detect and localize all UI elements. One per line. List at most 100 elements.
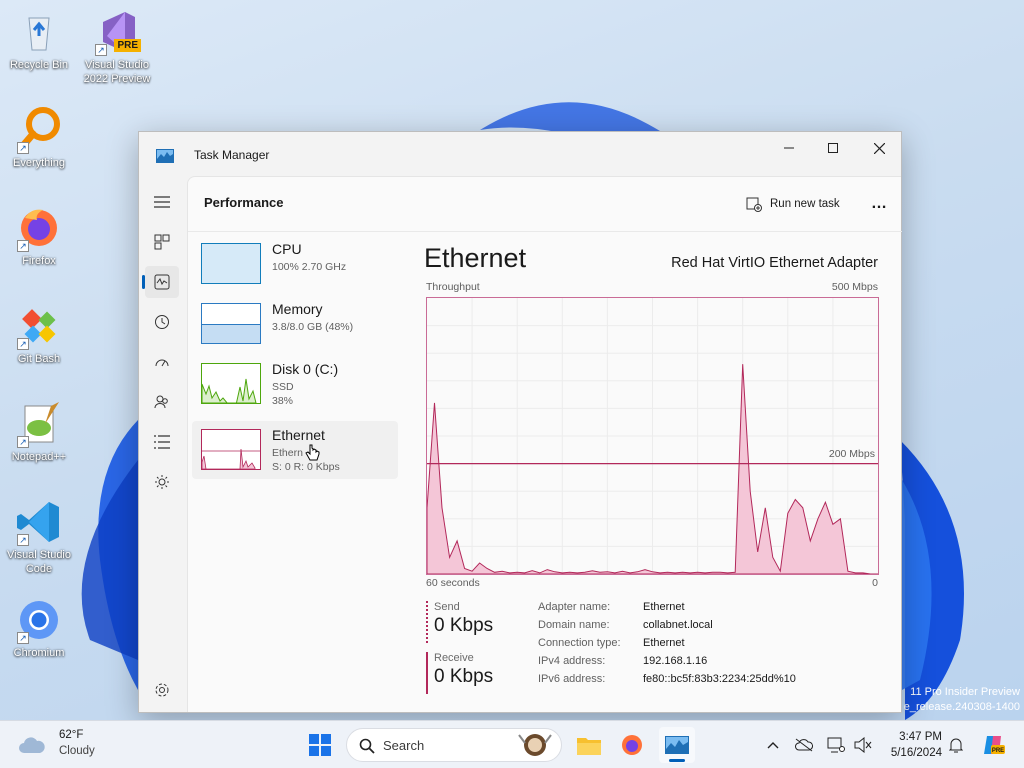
maximize-button[interactable] xyxy=(810,132,856,164)
taskbar-search[interactable]: Search xyxy=(346,728,562,762)
copilot-button[interactable]: PRE xyxy=(980,732,1006,758)
startup-apps-icon xyxy=(155,359,169,367)
cpu-thumbnail xyxy=(201,243,261,284)
device-item-disk[interactable]: Disk 0 (C:) SSD 38% xyxy=(192,355,398,413)
search-highlight-icon xyxy=(518,734,552,756)
os-watermark-build: e_release.240308-1400 xyxy=(903,701,1020,713)
task-manager-icon xyxy=(156,149,174,168)
clock[interactable]: 3:47 PM 5/16/2024 xyxy=(878,729,942,761)
device-name: Ethernet xyxy=(272,427,325,443)
weather-condition: Cloudy xyxy=(59,745,95,757)
shortcut-arrow-icon: ↗ xyxy=(17,436,29,448)
nav-app-history[interactable] xyxy=(145,306,179,338)
hamburger-menu-button[interactable] xyxy=(145,186,179,218)
window-title: Task Manager xyxy=(194,148,270,162)
settings-gear-icon xyxy=(155,683,169,697)
notepad-plus-plus-icon: ↗ xyxy=(15,400,63,448)
property-key: IPv6 address: xyxy=(538,673,606,685)
more-options-button[interactable]: … xyxy=(864,189,894,219)
property-key: IPv4 address: xyxy=(538,655,606,667)
device-stat: 100% 2.70 GHz xyxy=(272,261,347,273)
device-item-ethernet[interactable]: Ethernet Ethern S: 0 R: 0 Kbps xyxy=(192,421,398,479)
minimize-button[interactable] xyxy=(766,132,812,164)
device-name: Memory xyxy=(272,301,323,317)
run-new-task-label: Run new task xyxy=(770,198,840,210)
network-icon xyxy=(827,737,845,753)
property-value: Ethernet xyxy=(643,637,685,649)
property-key: Connection type: xyxy=(538,637,621,649)
device-item-memory[interactable]: Memory 3.8/8.0 GB (48%) xyxy=(192,295,398,353)
desktop-icon-visual-studio-code[interactable]: ↗ Visual Studio Code xyxy=(1,498,77,576)
svg-text:PRE: PRE xyxy=(992,748,1004,754)
copilot-icon: PRE xyxy=(984,736,1005,754)
app-history-icon xyxy=(155,315,169,329)
throughput-chart-svg xyxy=(426,298,878,575)
desktop-icon-everything[interactable]: ↗ Everything xyxy=(1,106,77,170)
search-icon xyxy=(359,738,375,754)
weather-widget[interactable]: 62°F Cloudy xyxy=(8,721,108,768)
device-item-cpu[interactable]: CPU 100% 2.70 GHz xyxy=(192,235,398,293)
performance-page: Performance Run new task … CPU 100% 2.70… xyxy=(187,176,902,712)
chromium-icon: ↗ xyxy=(15,596,63,644)
users-icon xyxy=(154,395,168,409)
vscode-icon: ↗ xyxy=(15,498,63,546)
nav-users[interactable] xyxy=(145,386,179,418)
folder-icon xyxy=(577,738,601,755)
nav-settings[interactable] xyxy=(145,674,179,706)
device-stat: Ethern xyxy=(272,447,303,459)
taskbar-task-manager[interactable] xyxy=(659,727,695,763)
device-name: CPU xyxy=(272,241,302,257)
everything-icon: ↗ xyxy=(15,106,63,154)
start-button[interactable] xyxy=(302,727,338,763)
close-button[interactable] xyxy=(856,132,902,164)
shortcut-arrow-icon: ↗ xyxy=(17,338,29,350)
chevron-up-icon xyxy=(767,742,779,749)
disk-thumbnail xyxy=(201,363,261,404)
run-new-task-icon xyxy=(746,197,762,212)
nav-details[interactable] xyxy=(145,426,179,458)
search-placeholder: Search xyxy=(383,738,425,753)
device-name: Disk 0 (C:) xyxy=(272,361,339,377)
run-new-task-button[interactable]: Run new task xyxy=(740,189,846,219)
ref-line-label: 200 Mbps xyxy=(828,448,875,460)
desktop-icon-visual-studio-2022-preview[interactable]: ↗ PRE Visual Studio 2022 Preview xyxy=(79,8,155,86)
device-type: SSD xyxy=(272,381,294,393)
property-keys: Adapter name: Domain name: Connection ty… xyxy=(538,598,621,688)
header-divider xyxy=(188,231,902,232)
clock-date: 5/16/2024 xyxy=(890,747,942,759)
performance-icon xyxy=(154,274,170,290)
shortcut-arrow-icon: ↗ xyxy=(17,142,29,154)
nav-startup-apps[interactable] xyxy=(145,346,179,378)
send-value: 0 Kbps xyxy=(434,615,494,636)
windows-logo-icon xyxy=(309,734,331,756)
notifications-button[interactable] xyxy=(946,735,966,755)
network-tray[interactable] xyxy=(826,735,846,755)
device-stat: 38% xyxy=(272,395,294,407)
taskbar-file-explorer[interactable] xyxy=(571,727,607,763)
desktop-icon-firefox[interactable]: ↗ Firefox xyxy=(1,204,77,268)
desktop-icon-recycle-bin[interactable]: Recycle Bin xyxy=(1,8,77,72)
desktop-icon-chromium[interactable]: ↗ Chromium xyxy=(1,596,77,660)
title-bar[interactable]: Task Manager xyxy=(139,132,901,176)
shortcut-arrow-icon: ↗ xyxy=(17,632,29,644)
max-scale-label: 500 Mbps xyxy=(831,281,878,293)
desktop-icon-git-bash[interactable]: ↗ Git Bash xyxy=(1,302,77,366)
onedrive-tray[interactable] xyxy=(794,735,814,755)
hamburger-icon xyxy=(154,196,170,208)
memory-thumbnail xyxy=(201,303,261,344)
minimize-icon xyxy=(784,147,794,149)
property-key: Adapter name: xyxy=(538,601,611,613)
firefox-icon: ↗ xyxy=(15,204,63,252)
throughput-chart: 200 Mbps xyxy=(426,297,879,575)
throughput-label: Throughput xyxy=(426,281,480,293)
volume-tray[interactable] xyxy=(853,735,873,755)
desktop-icon-label: Chromium xyxy=(13,647,65,659)
processes-icon xyxy=(154,234,170,250)
nav-processes[interactable] xyxy=(145,226,179,258)
desktop-icon-label: Git Bash xyxy=(17,353,61,365)
nav-performance[interactable] xyxy=(142,266,179,298)
show-hidden-icons-button[interactable] xyxy=(763,735,783,755)
nav-services[interactable] xyxy=(145,466,179,498)
taskbar-firefox[interactable] xyxy=(614,727,650,763)
desktop-icon-notepad-plus-plus[interactable]: ↗ Notepad++ xyxy=(1,400,77,464)
